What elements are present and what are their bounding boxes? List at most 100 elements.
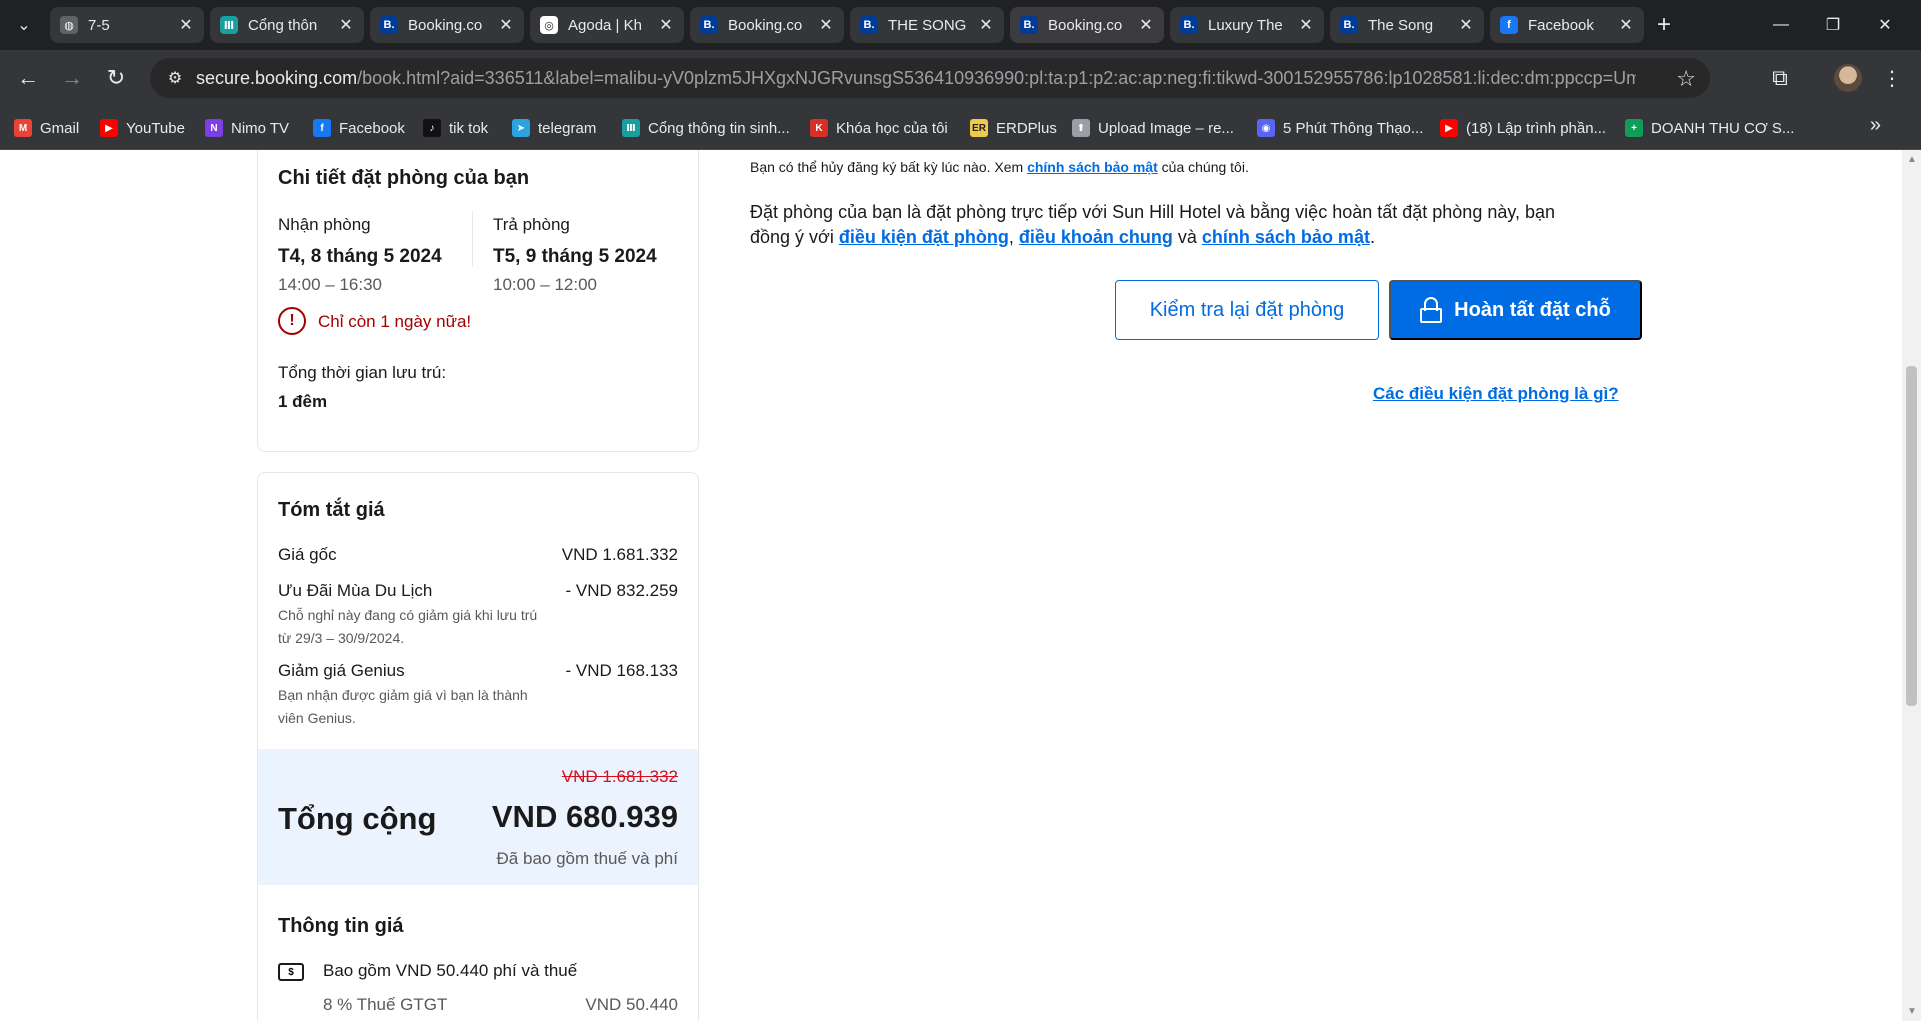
stay-length-label: Tổng thời gian lưu trú: <box>278 363 447 382</box>
fees-included-label: Bao gồm VND 50.440 phí và thuế <box>323 961 578 980</box>
browser-tab[interactable]: B. Booking.co ✕ <box>1010 7 1164 43</box>
bookmark-label: Nimo TV <box>231 119 290 137</box>
terms-comma: , <box>1008 227 1019 247</box>
bookmark-item[interactable]: N Nimo TV <box>205 116 289 140</box>
close-tab-icon[interactable]: ✕ <box>658 15 674 35</box>
general-terms-link[interactable]: điều khoản chung <box>1019 227 1173 247</box>
reload-button[interactable]: ↻ <box>100 62 132 94</box>
minimize-button[interactable]: — <box>1766 12 1796 38</box>
new-tab-button[interactable]: + <box>1648 9 1680 41</box>
browser-menu-icon[interactable]: ⋮ <box>1880 62 1904 94</box>
time-left-alert: Chỉ còn 1 ngày nữa! <box>318 312 472 331</box>
browser-tab[interactable]: B. THE SONG ✕ <box>850 7 1004 43</box>
price-summary-card: Tóm tắt giá Giá gốc VND 1.681.332 Ưu Đãi… <box>257 472 699 1021</box>
scroll-down-arrow[interactable]: ▼ <box>1907 1006 1917 1017</box>
tab-strip: ⌄ ◍ 7-5 ✕ Ⅲ Cổng thôn ✕ B. Booking.co ✕ ◎ Agoda | … <box>0 0 1921 50</box>
privacy-policy-link-2[interactable]: chính sách bảo mật <box>1202 227 1370 247</box>
bookmark-label: Gmail <box>40 119 80 137</box>
close-tab-icon[interactable]: ✕ <box>1458 15 1474 35</box>
bookmark-item[interactable]: f Facebook <box>313 116 405 140</box>
extensions-icon[interactable]: ⧉ <box>1764 62 1796 94</box>
browser-tab[interactable]: B. Booking.co ✕ <box>690 7 844 43</box>
forward-button[interactable]: → <box>56 62 88 94</box>
privacy-policy-link[interactable]: chính sách bảo mật <box>1027 159 1158 175</box>
site-info-icon[interactable]: ⚙ <box>164 67 186 89</box>
checkin-label: Nhận phòng <box>278 215 371 234</box>
close-tab-icon[interactable]: ✕ <box>1298 15 1314 35</box>
bookmark-item[interactable]: Ⅲ Cổng thông tin sinh... <box>622 116 790 140</box>
page-scrollbar[interactable]: ▲ ▼ <box>1902 150 1921 1021</box>
bookmark-item[interactable]: ⬆ Upload Image – re... <box>1072 116 1234 140</box>
close-tab-icon[interactable]: ✕ <box>818 15 834 35</box>
url-path: /book.html?aid=336511&label=malibu-yV0pl… <box>357 68 1636 88</box>
url-text[interactable]: secure.booking.com/book.html?aid=336511&… <box>196 68 1636 89</box>
bookmark-item[interactable]: ▶ (18) Lập trình phần... <box>1440 116 1606 140</box>
restore-button[interactable]: ❐ <box>1818 12 1848 38</box>
scroll-up-arrow[interactable]: ▲ <box>1907 154 1917 165</box>
bookmark-item[interactable]: ◉ 5 Phút Thông Thạo... <box>1257 116 1423 140</box>
discord-icon: ◉ <box>1257 119 1275 137</box>
booking-details-card: Chi tiết đặt phòng của bạn Nhận phòng T4… <box>257 150 699 452</box>
close-tab-icon[interactable]: ✕ <box>978 15 994 35</box>
price-summary-title: Tóm tắt giá <box>278 499 385 521</box>
complete-booking-button[interactable]: Hoàn tất đặt chỗ <box>1389 280 1642 340</box>
checkout-date: T5, 9 tháng 5 2024 <box>493 246 657 267</box>
more-bookmarks-icon[interactable]: » <box>1870 114 1881 137</box>
privacy-note: Bạn có thể hủy đăng ký bất kỳ lúc nào. X… <box>750 159 1249 175</box>
close-tab-icon[interactable]: ✕ <box>338 15 354 35</box>
close-tab-icon[interactable]: ✕ <box>178 15 194 35</box>
browser-tab[interactable]: f Facebook ✕ <box>1490 7 1644 43</box>
genius-discount-note-2: viên Genius. <box>278 710 356 726</box>
profile-avatar[interactable] <box>1834 64 1862 92</box>
gmail-icon: M <box>14 119 32 137</box>
bookmark-item[interactable]: ➤ telegram <box>512 116 596 140</box>
close-tab-icon[interactable]: ✕ <box>498 15 514 35</box>
scroll-thumb[interactable] <box>1906 366 1917 706</box>
browser-tab[interactable]: B. Booking.co ✕ <box>370 7 524 43</box>
tab-title: Booking.co <box>408 16 483 34</box>
bookmark-item[interactable]: K Khóa học của tôi <box>810 116 948 140</box>
booking-conditions-link[interactable]: điều kiện đặt phòng <box>839 227 1009 247</box>
review-booking-button[interactable]: Kiểm tra lại đặt phòng <box>1115 280 1379 340</box>
bookmark-label: DOANH THU CƠ S... <box>1651 119 1795 137</box>
tab-search-button[interactable]: ⌄ <box>8 10 40 40</box>
complete-booking-label: Hoàn tất đặt chỗ <box>1454 298 1611 321</box>
vat-label: 8 % Thuế GTGT <box>323 995 448 1014</box>
bookmark-item[interactable]: ER ERDPlus <box>970 116 1057 140</box>
nimo-icon: N <box>205 119 223 137</box>
terms-and: và <box>1172 227 1202 247</box>
original-price-label: Giá gốc <box>278 545 337 564</box>
bookmark-item[interactable]: ♪ tik tok <box>423 116 488 140</box>
youtube-icon: ▶ <box>100 119 118 137</box>
booking-icon: B. <box>1180 16 1198 34</box>
bookmark-label: tik tok <box>449 119 489 137</box>
total-label: Tổng cộng <box>278 801 437 836</box>
bookmark-star-icon[interactable]: ☆ <box>1676 66 1696 92</box>
browser-tab[interactable]: ◍ 7-5 ✕ <box>50 7 204 43</box>
browser-tab[interactable]: B. The Song ✕ <box>1330 7 1484 43</box>
bookmark-label: telegram <box>538 119 597 137</box>
close-tab-icon[interactable]: ✕ <box>1618 15 1634 35</box>
genius-discount-value: - VND 168.133 <box>565 661 678 680</box>
browser-toolbar: ← → ↻ ⚙ secure.booking.com/book.html?aid… <box>0 50 1921 106</box>
close-tab-icon[interactable]: ✕ <box>1138 15 1154 35</box>
total-price: VND 680.939 <box>491 799 678 834</box>
close-window-button[interactable]: ✕ <box>1870 12 1900 38</box>
checkout-label: Trả phòng <box>493 215 570 234</box>
tab-title: Cổng thôn <box>248 16 318 34</box>
browser-tab[interactable]: Ⅲ Cổng thôn ✕ <box>210 7 364 43</box>
original-price-value: VND 1.681.332 <box>561 545 678 564</box>
bookmark-item[interactable]: + DOANH THU CƠ S... <box>1625 116 1794 140</box>
erdplus-icon: ER <box>970 119 988 137</box>
total-price-box: VND 1.681.332 Tổng cộng VND 680.939 Đã b… <box>258 749 698 885</box>
browser-tab[interactable]: ◎ Agoda | Kh ✕ <box>530 7 684 43</box>
browser-tab[interactable]: B. Luxury The ✕ <box>1170 7 1324 43</box>
facebook-icon: f <box>1500 16 1518 34</box>
booking-icon: B. <box>1340 16 1358 34</box>
back-button[interactable]: ← <box>12 62 44 94</box>
bookmark-item[interactable]: ▶ YouTube <box>100 116 185 140</box>
address-bar[interactable]: ⚙ secure.booking.com/book.html?aid=33651… <box>150 58 1710 98</box>
booking-conditions-faq-link[interactable]: Các điều kiện đặt phòng là gì? <box>1373 384 1619 404</box>
bookmark-item[interactable]: M Gmail <box>14 116 79 140</box>
booking-icon: B. <box>860 16 878 34</box>
